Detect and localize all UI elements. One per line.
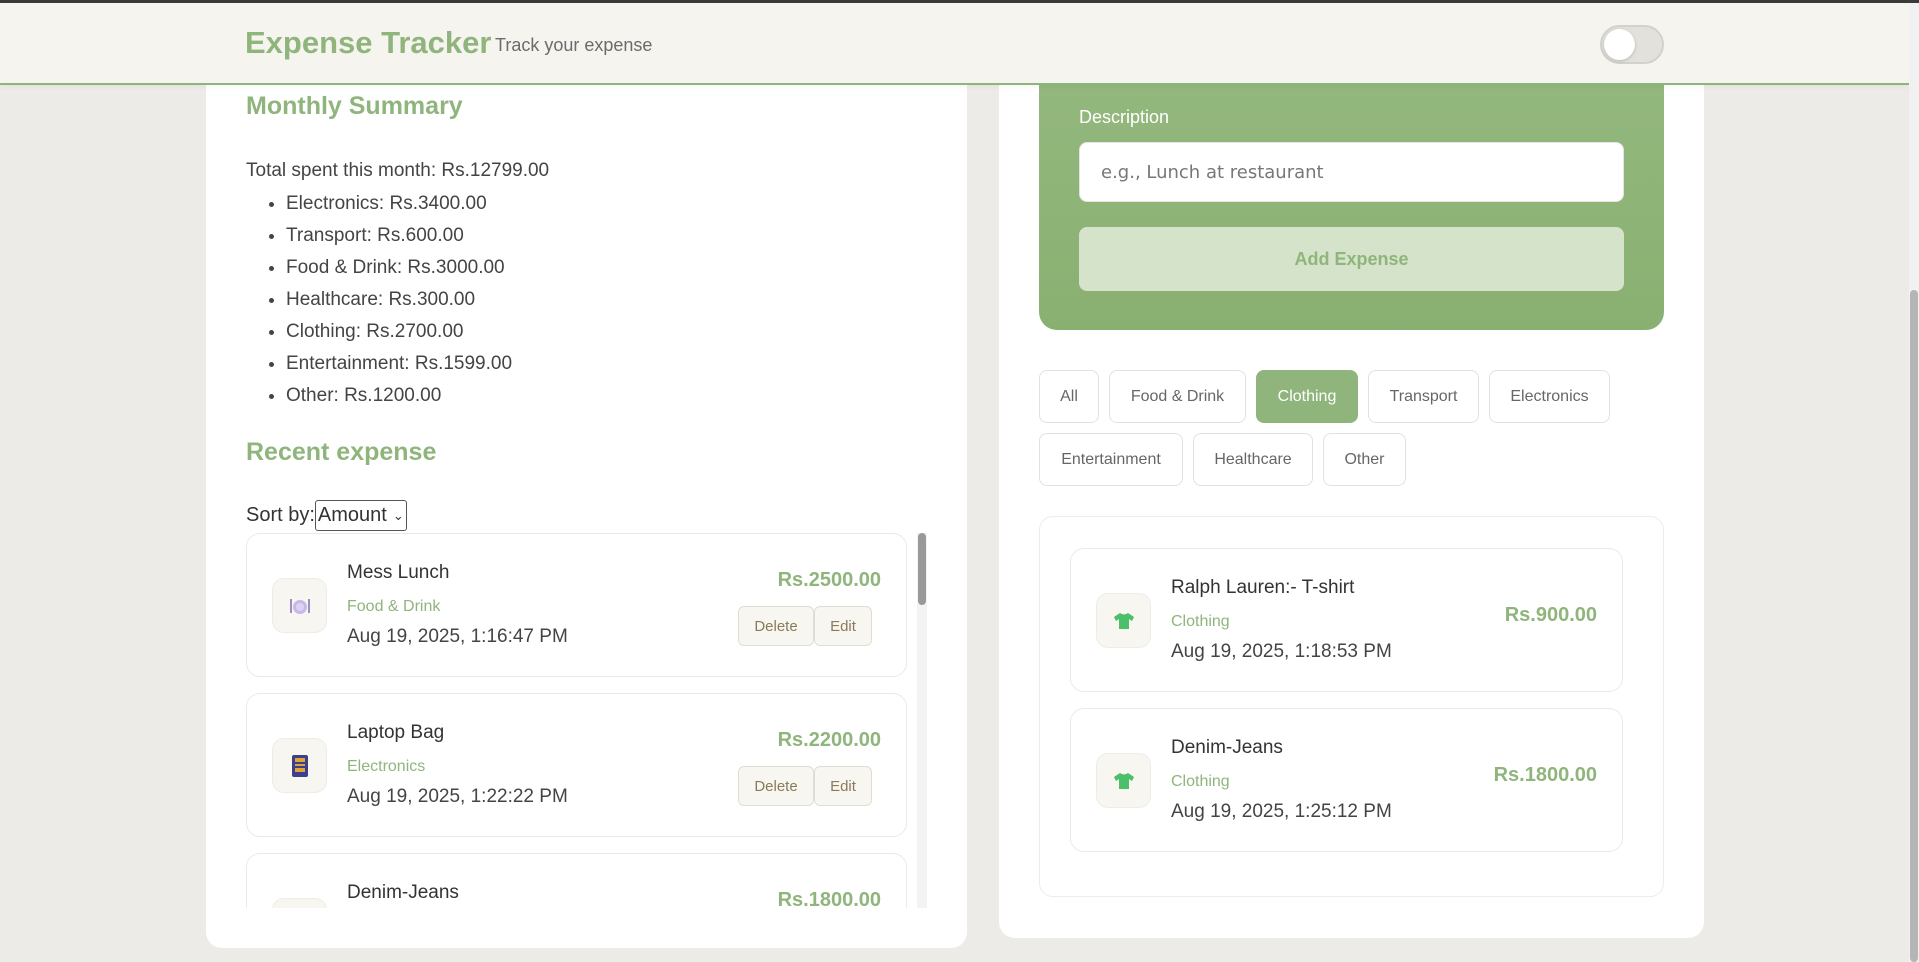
expense-title: Mess Lunch — [347, 562, 450, 583]
expense-date: Aug 19, 2025, 1:16:47 PM — [347, 626, 568, 647]
plate-icon — [272, 578, 327, 633]
filter-healthcare[interactable]: Healthcare — [1193, 433, 1313, 486]
theme-toggle[interactable] — [1600, 25, 1664, 64]
category-summary-list: Electronics: Rs.3400.00 Transport: Rs.60… — [286, 192, 512, 416]
window-top-strip — [0, 0, 1919, 3]
expense-list-scrollbar[interactable] — [917, 533, 927, 908]
page-scroll-thumb[interactable] — [1910, 290, 1918, 962]
app-tagline: Track your expense — [495, 35, 653, 55]
expense-item: Mess Lunch Food & Drink Aug 19, 2025, 1:… — [246, 533, 907, 677]
sort-label: Sort by: — [246, 504, 315, 526]
expense-date: Aug 19, 2025, 1:22:22 PM — [347, 786, 568, 807]
expense-title: Ralph Lauren:- T-shirt — [1171, 577, 1355, 598]
expense-date: Aug 19, 2025, 1:18:53 PM — [1171, 641, 1392, 662]
expense-category: Clothing — [1171, 613, 1230, 630]
filter-entertainment[interactable]: Entertainment — [1039, 433, 1183, 486]
chevron-down-icon: ⌄ — [392, 507, 404, 523]
sort-select[interactable]: Amount ⌄ — [314, 500, 407, 531]
summary-item: Healthcare: Rs.300.00 — [286, 288, 512, 320]
sort-selected-value: Amount — [317, 504, 387, 526]
filter-food-drink[interactable]: Food & Drink — [1109, 370, 1246, 423]
expense-item: Denim-Jeans Rs.1800.00 — [246, 853, 907, 908]
summary-item: Other: Rs.1200.00 — [286, 384, 512, 416]
expense-amount: Rs.2200.00 — [777, 729, 881, 751]
filter-clothing[interactable]: Clothing — [1256, 370, 1358, 423]
expense-category: Electronics — [347, 758, 426, 775]
summary-item: Clothing: Rs.2700.00 — [286, 320, 512, 352]
expense-title: Laptop Bag — [347, 722, 445, 743]
expense-item: Laptop Bag Electronics Aug 19, 2025, 1:2… — [246, 693, 907, 837]
expense-category: Clothing — [1171, 773, 1230, 790]
recent-expense-title: Recent expense — [246, 438, 437, 466]
summary-total: Total spent this month: Rs.12799.00 — [246, 160, 550, 181]
expense-title: Denim-Jeans — [347, 882, 459, 903]
page-scrollbar[interactable] — [1909, 0, 1919, 962]
summary-item: Food & Drink: Rs.3000.00 — [286, 256, 512, 288]
shirt-icon — [1096, 753, 1151, 808]
sort-row: Sort by: Amount ⌄ — [246, 500, 407, 531]
filter-all[interactable]: All — [1039, 370, 1099, 423]
app-header: Expense Tracker Track your expense — [0, 3, 1909, 85]
delete-button[interactable]: Delete — [738, 766, 814, 806]
description-input[interactable] — [1079, 142, 1624, 202]
edit-button[interactable]: Edit — [814, 766, 872, 806]
summary-item: Entertainment: Rs.1599.00 — [286, 352, 512, 384]
recent-expense-list[interactable]: Mess Lunch Food & Drink Aug 19, 2025, 1:… — [246, 533, 928, 908]
description-label: Description — [1079, 107, 1170, 127]
expense-amount: Rs.2500.00 — [777, 569, 881, 591]
expense-item: Ralph Lauren:- T-shirt Clothing Aug 19, … — [1070, 548, 1623, 692]
expense-date: Aug 19, 2025, 1:25:12 PM — [1171, 801, 1392, 822]
summary-item: Transport: Rs.600.00 — [286, 224, 512, 256]
filtered-expense-list: Ralph Lauren:- T-shirt Clothing Aug 19, … — [1039, 516, 1664, 897]
expense-amount: Rs.900.00 — [1504, 604, 1597, 626]
device-icon — [272, 738, 327, 793]
delete-button[interactable]: Delete — [738, 606, 814, 646]
filter-transport[interactable]: Transport — [1368, 370, 1479, 423]
edit-button[interactable]: Edit — [814, 606, 872, 646]
filter-electronics[interactable]: Electronics — [1489, 370, 1610, 423]
expense-amount: Rs.1800.00 — [777, 889, 881, 908]
shirt-icon — [1096, 593, 1151, 648]
add-expense-button[interactable]: Add Expense — [1079, 227, 1624, 291]
filter-other[interactable]: Other — [1323, 433, 1406, 486]
expense-amount: Rs.1800.00 — [1493, 764, 1597, 786]
summary-item: Electronics: Rs.3400.00 — [286, 192, 512, 224]
shirt-icon — [272, 898, 327, 908]
monthly-summary-title: Monthly Summary — [246, 92, 463, 120]
app-title: Expense Tracker — [245, 25, 492, 60]
toggle-knob — [1604, 29, 1635, 60]
expense-item: Denim-Jeans Clothing Aug 19, 2025, 1:25:… — [1070, 708, 1623, 852]
expense-title: Denim-Jeans — [1171, 737, 1283, 758]
scroll-thumb[interactable] — [918, 533, 926, 605]
expense-category: Food & Drink — [347, 598, 441, 615]
